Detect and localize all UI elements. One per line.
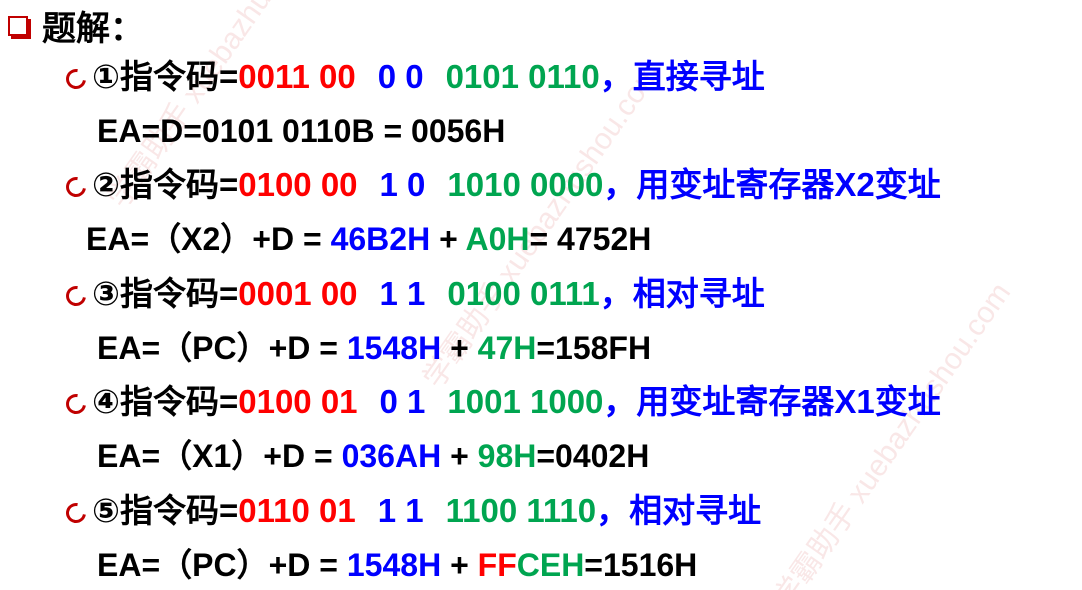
circle-bullet-icon bbox=[62, 173, 90, 201]
ea-line: EA=（PC）+D = 1548H + FFCEH=1516H bbox=[97, 543, 697, 587]
ea-segment: =158FH bbox=[536, 330, 652, 366]
question-line: ⑤指令码=0110 01 1 1 1100 1110，相对寻址 bbox=[62, 489, 762, 533]
ea-segment: A0H bbox=[465, 221, 530, 257]
ea-segment: EA=（X2）+D = bbox=[86, 221, 331, 257]
ea-segment: EA=（X1）+D = bbox=[97, 438, 342, 474]
ea-segment: + bbox=[441, 438, 478, 474]
addressing-mode: 用变址寄存器X1变址 bbox=[636, 383, 941, 420]
circle-bullet-icon bbox=[62, 282, 90, 310]
item-number: ⑤ bbox=[92, 492, 120, 529]
addressing-mode: 直接寻址 bbox=[632, 58, 765, 95]
question-line: ④指令码=0100 01 0 1 1001 1000，用变址寄存器X1变址 bbox=[62, 380, 941, 424]
ea-line: EA=D=0101 0110B = 0056H bbox=[97, 109, 505, 153]
circle-bullet-icon bbox=[62, 499, 90, 527]
square-bullet-icon bbox=[8, 16, 28, 36]
heading-text: 题解： bbox=[42, 9, 144, 48]
code-prefix: 指令码= bbox=[119, 383, 239, 420]
separator: ， bbox=[599, 58, 633, 95]
circle-bullet-icon bbox=[62, 65, 90, 93]
ea-segment: + bbox=[430, 221, 466, 257]
mode-bits: 1 1 bbox=[379, 275, 426, 312]
question-line: ①指令码=0011 00 0 0 0101 0110，直接寻址 bbox=[62, 55, 765, 99]
opcode-bits: 0001 00 bbox=[238, 275, 358, 312]
circle-bullet-icon bbox=[62, 390, 90, 418]
opcode-bits: 0110 01 bbox=[238, 492, 356, 529]
ea-segment: EA=（PC）+D = bbox=[97, 330, 347, 366]
addressing-mode: 用变址寄存器X2变址 bbox=[636, 166, 941, 203]
code-prefix: 指令码= bbox=[119, 58, 239, 95]
ea-segment: FF bbox=[477, 547, 517, 583]
ea-segment: EA=（PC）+D = bbox=[97, 547, 347, 583]
ea-segment: CEH bbox=[516, 547, 585, 583]
slide: 学霸助手 xuebazhushou.com 学霸助手 xuebazhushou.… bbox=[0, 0, 1082, 590]
displacement-bits: 0101 0110 bbox=[445, 58, 600, 95]
item-number: ④ bbox=[92, 383, 120, 420]
ea-segment: EA=D=0101 0110B = 0056H bbox=[97, 113, 506, 149]
displacement-bits: 1001 1000 bbox=[447, 383, 604, 420]
ea-segment: 46B2H bbox=[330, 221, 431, 257]
opcode-bits: 0100 01 bbox=[238, 383, 358, 420]
ea-segment: =1516H bbox=[584, 547, 698, 583]
mode-bits: 1 0 bbox=[379, 166, 426, 203]
separator: ， bbox=[596, 492, 630, 529]
question-line: ②指令码=0100 00 1 0 1010 0000，用变址寄存器X2变址 bbox=[62, 163, 941, 207]
mode-bits: 1 1 bbox=[377, 492, 424, 529]
code-prefix: 指令码= bbox=[119, 275, 239, 312]
ea-line: EA=（X1）+D = 036AH + 98H=0402H bbox=[97, 434, 649, 478]
ea-line: EA=（PC）+D = 1548H + 47H=158FH bbox=[97, 326, 651, 370]
displacement-bits: 1010 0000 bbox=[447, 166, 604, 203]
question-line: ③指令码=0001 00 1 1 0100 0111，相对寻址 bbox=[62, 272, 765, 316]
mode-bits: 0 1 bbox=[379, 383, 426, 420]
separator: ， bbox=[603, 383, 637, 420]
ea-segment: 1548H bbox=[346, 547, 442, 583]
mode-bits: 0 0 bbox=[377, 58, 424, 95]
watermark: 学霸助手 xuebazhushou.com bbox=[767, 276, 1018, 590]
code-prefix: 指令码= bbox=[119, 166, 239, 203]
ea-segment: = 4752H bbox=[529, 221, 652, 257]
item-number: ② bbox=[92, 166, 120, 203]
code-prefix: 指令码= bbox=[119, 492, 239, 529]
displacement-bits: 0100 0111 bbox=[447, 275, 600, 312]
ea-segment: =0402H bbox=[536, 438, 650, 474]
separator: ， bbox=[599, 275, 633, 312]
separator: ， bbox=[603, 166, 637, 203]
heading: 题解： bbox=[8, 2, 144, 48]
item-number: ① bbox=[92, 58, 120, 95]
ea-segment: 47H bbox=[477, 330, 537, 366]
opcode-bits: 0100 00 bbox=[238, 166, 358, 203]
ea-segment: + bbox=[441, 547, 478, 583]
ea-line: EA=（X2）+D = 46B2H + A0H= 4752H bbox=[86, 217, 651, 261]
addressing-mode: 相对寻址 bbox=[632, 275, 765, 312]
ea-segment: 1548H bbox=[346, 330, 442, 366]
ea-segment: 036AH bbox=[341, 438, 442, 474]
ea-segment: + bbox=[441, 330, 478, 366]
addressing-mode: 相对寻址 bbox=[629, 492, 762, 529]
item-number: ③ bbox=[92, 275, 120, 312]
ea-segment: 98H bbox=[477, 438, 537, 474]
opcode-bits: 0011 00 bbox=[238, 58, 356, 95]
displacement-bits: 1100 1110 bbox=[445, 492, 597, 529]
